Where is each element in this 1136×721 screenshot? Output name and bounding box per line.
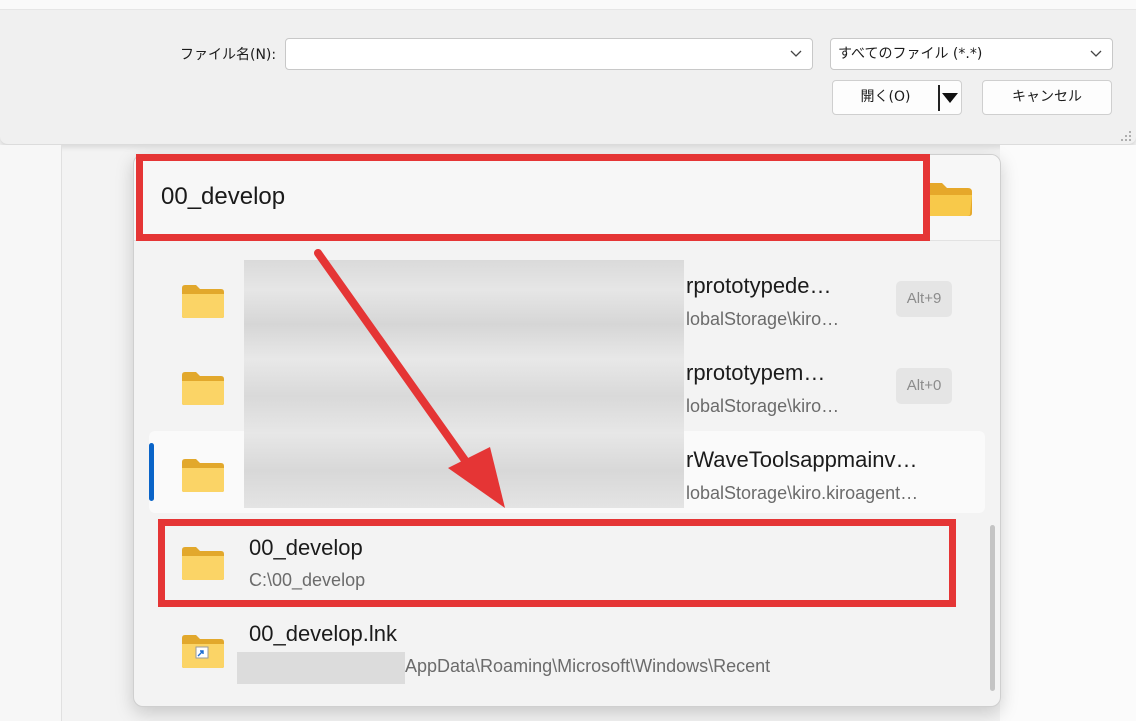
chevron-down-icon[interactable] [1090,47,1102,59]
highlight-box-query [136,154,930,241]
filetype-value: すべてのファイル (*.*) [838,46,983,62]
highlight-box-result [158,519,956,607]
open-folder-icon[interactable] [924,179,974,219]
result-path: lobalStorage\kiro… [686,309,840,329]
result-path: lobalStorage\kiro… [686,396,840,416]
background-pane-right [1000,145,1136,721]
file-dialog-footer: ファイル名(N): すべてのファイル (*.*) 開く(O) キャンセル [0,0,1136,145]
filename-label: ファイル名(N): [180,47,277,63]
redacted-region [244,260,684,508]
filetype-select[interactable]: すべてのファイル (*.*) [830,38,1113,70]
folder-icon [182,459,224,492]
result-path: lobalStorage\kiro.kiroagent… [686,483,919,503]
shortcut-badge: Alt+0 [896,368,952,404]
folder-icon [182,285,224,318]
filename-input[interactable] [285,38,813,70]
dropdown-arrow-icon[interactable] [942,93,958,103]
cancel-button[interactable]: キャンセル [982,80,1112,115]
result-name: 00_develop.lnk [249,621,398,646]
open-button[interactable]: 開く(O) [832,80,962,115]
result-name: rprototypede… [686,273,832,298]
split-button-divider [938,85,940,111]
selection-indicator [149,443,154,501]
background-pane-left [0,145,62,721]
dialog-file-list-edge [0,0,1136,10]
shortcut-badge: Alt+9 [896,281,952,317]
result-name: rWaveToolsappmainv… [686,447,918,472]
redacted-region [237,652,405,684]
result-name: rprototypem… [686,360,826,385]
resize-grip-icon[interactable] [1118,128,1132,142]
folder-icon [182,372,224,405]
result-path: AppData\Roaming\Microsoft\Windows\Recent [405,656,771,676]
open-button-label: 開く(O) [860,89,911,105]
folder-shortcut-icon [182,635,224,668]
chevron-down-icon[interactable] [790,47,802,59]
scrollbar[interactable] [990,525,995,691]
